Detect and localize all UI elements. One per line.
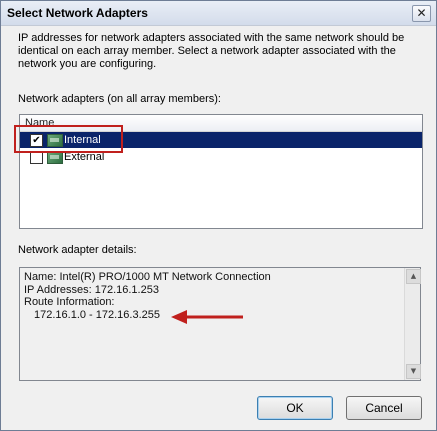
- internal-highlight-box: [14, 125, 123, 153]
- select-network-adapters-dialog: Select Network Adapters ✕ IP addresses f…: [0, 0, 437, 431]
- cancel-button[interactable]: Cancel: [346, 396, 422, 420]
- intro-text: IP addresses for network adapters associ…: [18, 32, 405, 70]
- route-info-label: Route Information:: [24, 296, 115, 308]
- close-icon: ✕: [416, 6, 427, 20]
- scroll-down-button[interactable]: ▼: [406, 364, 421, 379]
- scroll-down-icon: ▼: [410, 367, 417, 375]
- adapters-label: Network adapters (on all array members):: [18, 93, 221, 105]
- scroll-up-icon: ▲: [410, 272, 417, 280]
- details-scrollbar[interactable]: ▲ ▼: [404, 268, 421, 380]
- red-arrow-icon: [171, 310, 243, 324]
- details-label: Network adapter details:: [18, 244, 137, 256]
- title-bar[interactable]: Select Network Adapters ✕: [1, 1, 436, 26]
- ok-button[interactable]: OK: [257, 396, 333, 420]
- dialog-title: Select Network Adapters: [7, 6, 148, 20]
- adapter-name-line: Name: Intel(R) PRO/1000 MT Network Conne…: [24, 271, 271, 283]
- scroll-up-button[interactable]: ▲: [406, 269, 421, 284]
- ip-addresses-line: IP Addresses: 172.16.1.253: [24, 283, 159, 296]
- close-button[interactable]: ✕: [412, 5, 431, 22]
